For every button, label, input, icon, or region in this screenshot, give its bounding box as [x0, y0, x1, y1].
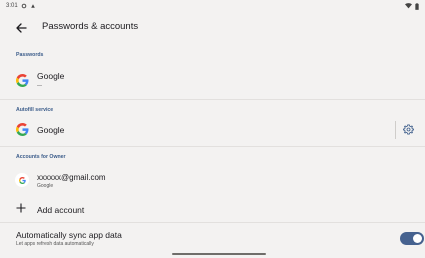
autofill-provider-name: Google	[37, 125, 65, 135]
app-bar: Passwords & accounts	[0, 12, 425, 44]
passwords-provider-name: Google	[37, 71, 65, 81]
divider	[0, 222, 425, 223]
battery-icon	[415, 2, 419, 10]
google-icon	[18, 176, 26, 184]
back-arrow-icon[interactable]	[14, 21, 28, 35]
passwords-google-row[interactable]: Google —	[0, 62, 425, 96]
add-account-label: Add account	[37, 205, 85, 215]
passwords-section-header: Passwords	[16, 52, 44, 58]
auto-sync-row[interactable]: Automatically sync app data Let apps ref…	[0, 226, 425, 252]
page-title: Passwords & accounts	[42, 21, 139, 32]
auto-sync-title: Automatically sync app data	[16, 230, 122, 240]
settings-status-icon	[21, 3, 26, 9]
status-bar: 3:01	[0, 0, 425, 12]
account-avatar	[15, 173, 29, 187]
divider	[0, 146, 425, 147]
plus-icon	[16, 203, 26, 213]
google-icon	[16, 74, 29, 87]
google-icon	[16, 123, 29, 136]
settings-separator	[395, 121, 396, 139]
auto-sync-toggle[interactable]	[400, 232, 424, 245]
notification-status-icon	[30, 4, 35, 8]
add-account-row[interactable]: Add account	[0, 198, 425, 220]
navigation-handle[interactable]	[172, 253, 266, 255]
settings-gear-icon[interactable]	[403, 124, 414, 135]
account-row[interactable]: xxxxxx@gmail.com Google	[0, 165, 425, 195]
passwords-provider-subtitle: —	[37, 83, 42, 89]
divider	[0, 99, 425, 100]
account-email: xxxxxx@gmail.com	[37, 173, 106, 182]
account-type: Google	[37, 183, 54, 189]
toggle-knob	[413, 234, 422, 243]
autofill-section-header: Autofill service	[16, 107, 54, 113]
autofill-google-row[interactable]: Google	[0, 117, 392, 143]
auto-sync-subtitle: Let apps refresh data automatically	[16, 241, 94, 247]
accounts-section-header: Accounts for Owner	[16, 154, 66, 160]
status-time: 3:01	[6, 3, 18, 9]
wifi-icon	[405, 3, 412, 9]
